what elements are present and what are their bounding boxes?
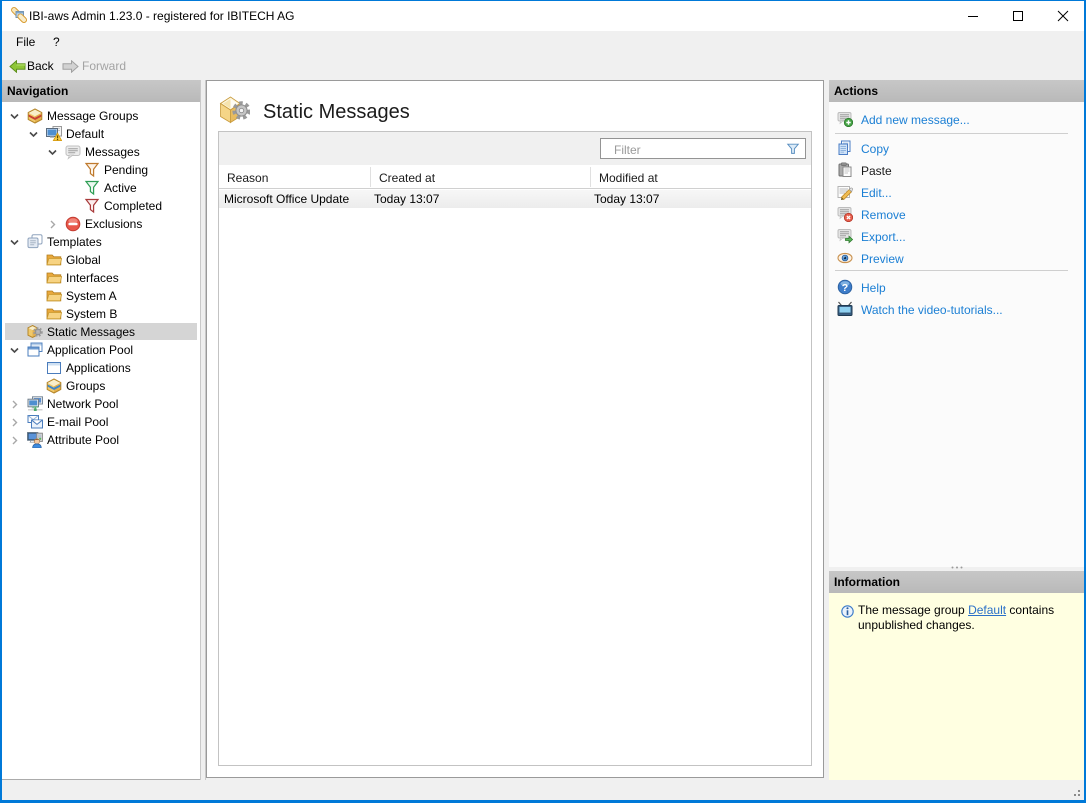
svg-text:?: ? (842, 282, 848, 294)
